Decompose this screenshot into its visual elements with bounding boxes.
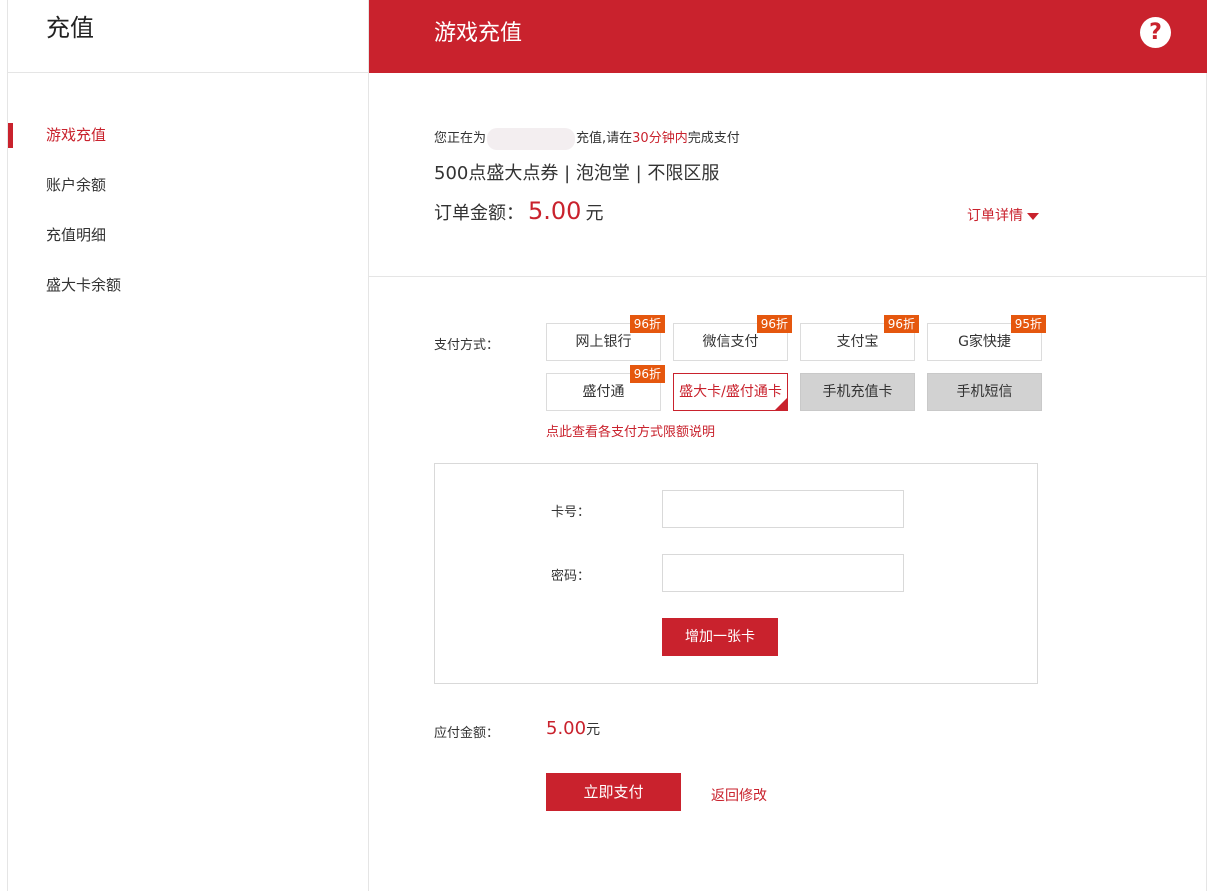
pay-method-label: 盛大卡/盛付通卡 — [679, 384, 782, 400]
password-input[interactable] — [662, 554, 904, 592]
question-circle-icon[interactable]: ? — [1140, 17, 1171, 48]
order-summary: 您正在为 充值,请在30分钟内完成支付 500点盛大点券 | 泡泡堂 | 不限区服… — [369, 73, 1207, 277]
discount-badge: 96折 — [629, 315, 665, 333]
discount-badge: 96折 — [756, 315, 792, 333]
discount-badge: 96折 — [883, 315, 919, 333]
sidebar-item-recharge-details[interactable]: 充值明细 — [8, 223, 368, 273]
order-detail-toggle[interactable]: 订单详情 — [967, 205, 1039, 225]
main-header: 游戏充值 ? — [369, 0, 1207, 73]
payment-section: 支付方式： 网上银行 96折 微信支付 96折 支付宝 96折 G家快捷 95折… — [369, 277, 1207, 891]
card-number-input[interactable] — [662, 490, 904, 528]
order-time-limit: 30分钟内 — [632, 131, 688, 146]
sidebar-item-account-balance[interactable]: 账户余额 — [8, 173, 368, 223]
order-amount-unit: 元 — [585, 203, 604, 224]
page-title: 游戏充值 — [434, 21, 523, 46]
pay-now-button[interactable]: 立即支付 — [546, 773, 681, 811]
pay-method-label: 微信支付 — [702, 334, 759, 350]
payable-amount: 5.00元 — [546, 718, 600, 739]
pay-method-online-bank[interactable]: 网上银行 96折 — [546, 315, 665, 361]
card-form: 卡号： 密码： 增加一张卡 — [434, 463, 1038, 684]
pay-method-label: 手机充值卡 — [822, 384, 893, 400]
order-intro-suffix: 完成支付 — [687, 131, 740, 146]
limit-info-link[interactable]: 点此查看各支付方式限额说明 — [546, 421, 715, 440]
sidebar-nav: 游戏充值 账户余额 充值明细 盛大卡余额 — [8, 123, 368, 323]
selected-check-icon — [774, 397, 788, 411]
sidebar-item-game-recharge[interactable]: 游戏充值 — [8, 123, 368, 173]
order-intro: 您正在为 充值,请在30分钟内完成支付 — [434, 127, 740, 150]
product-name: 500点盛大点券 | 泡泡堂 | 不限区服 — [434, 163, 720, 184]
payment-method-label: 支付方式： — [434, 338, 500, 353]
pay-method-sms[interactable]: 手机短信 — [927, 373, 1042, 411]
pay-method-mobile-card[interactable]: 手机充值卡 — [800, 373, 915, 411]
pay-method-label: 手机短信 — [956, 384, 1013, 400]
order-detail-label: 订单详情 — [967, 208, 1023, 224]
pay-method-shengfutong[interactable]: 盛付通 96折 — [546, 365, 665, 411]
payable-amount-value: 5.00 — [546, 718, 587, 739]
pay-method-alipay[interactable]: 支付宝 96折 — [800, 315, 919, 361]
main-panel: 游戏充值 ? 您正在为 充值,请在30分钟内完成支付 500点盛大点券 | 泡泡堂… — [369, 0, 1207, 891]
pay-method-label: 支付宝 — [836, 334, 879, 350]
sidebar-title: 充值 — [8, 0, 368, 73]
pay-method-label: G家快捷 — [958, 334, 1011, 350]
order-intro-prefix: 您正在为 — [434, 131, 487, 146]
sidebar-item-card-balance[interactable]: 盛大卡余额 — [8, 273, 368, 323]
card-number-label: 卡号： — [551, 505, 591, 520]
order-amount: 订单金额： 5.00 元 — [434, 197, 603, 225]
pay-method-g-express[interactable]: G家快捷 95折 — [927, 315, 1046, 361]
payable-amount-unit: 元 — [586, 722, 601, 738]
order-amount-value: 5.00 — [528, 197, 582, 225]
pay-method-wechat[interactable]: 微信支付 96折 — [673, 315, 792, 361]
sidebar: 充值 游戏充值 账户余额 充值明细 盛大卡余额 — [8, 0, 369, 891]
pay-method-label: 盛付通 — [582, 384, 625, 400]
pay-method-label: 网上银行 — [575, 334, 632, 350]
back-modify-link[interactable]: 返回修改 — [711, 785, 767, 805]
pay-method-shanda-card[interactable]: 盛大卡/盛付通卡 — [673, 373, 788, 411]
blurred-account — [487, 127, 576, 150]
order-intro-mid: 充值,请在 — [576, 131, 633, 146]
page-frame: 充值 游戏充值 账户余额 充值明细 盛大卡余额 游戏充值 ? 您正在为 充值,请在… — [7, 0, 1207, 891]
order-amount-label: 订单金额： — [434, 203, 524, 224]
payable-label: 应付金额： — [434, 726, 500, 741]
add-card-button[interactable]: 增加一张卡 — [662, 618, 778, 656]
discount-badge: 95折 — [1010, 315, 1046, 333]
caret-down-icon — [1027, 212, 1039, 220]
discount-badge: 96折 — [629, 365, 665, 383]
password-label: 密码： — [551, 569, 591, 584]
